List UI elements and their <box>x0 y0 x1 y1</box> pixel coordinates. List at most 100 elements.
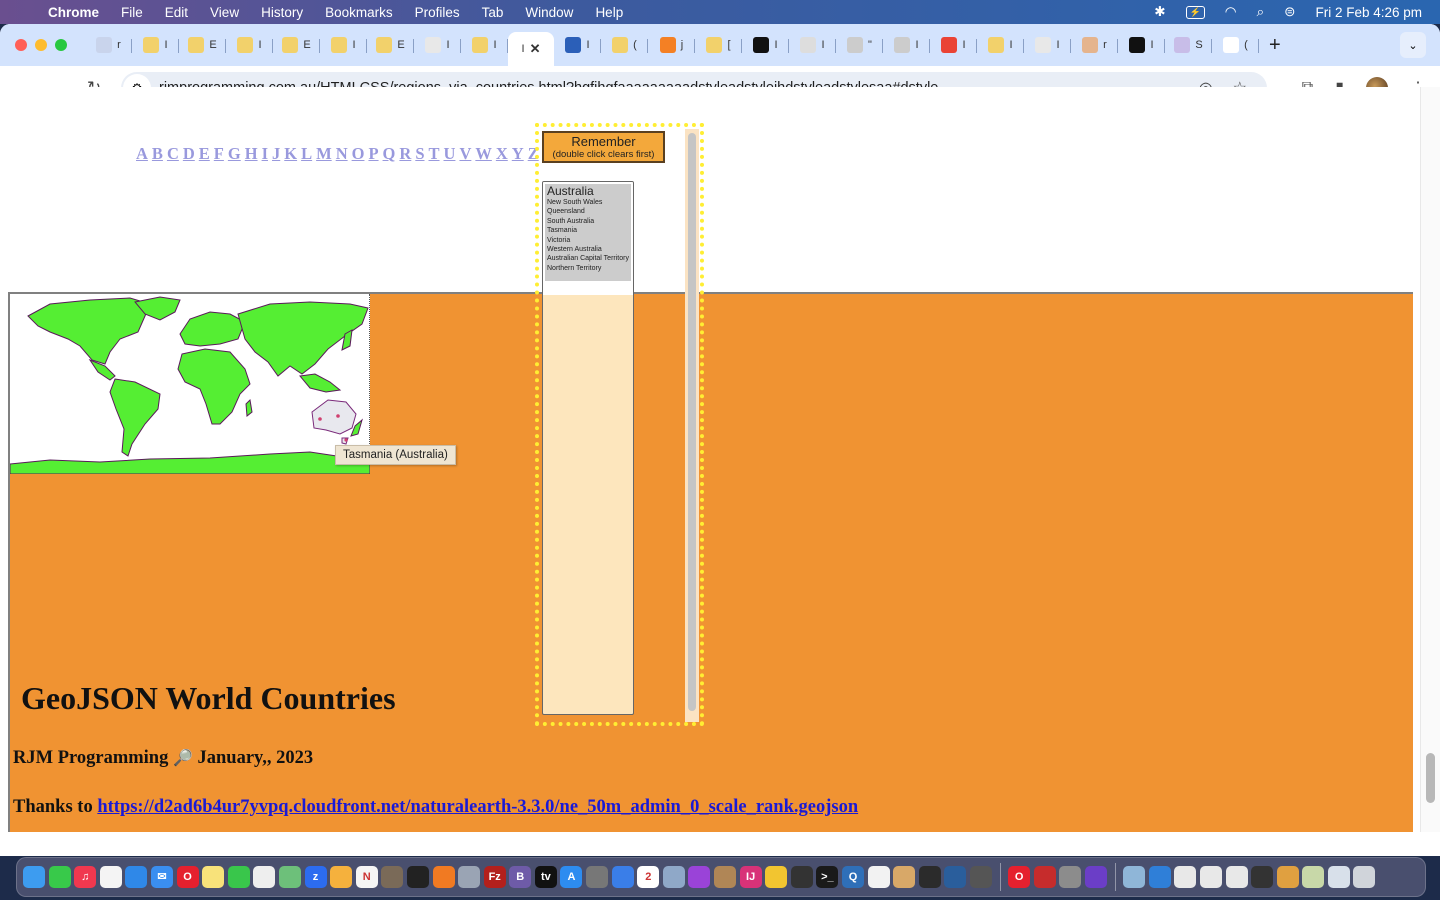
geojson-source-link[interactable]: https://d2ad6b4ur7yvpq.cloudfront.net/na… <box>97 797 858 817</box>
dock-xcode-icon[interactable] <box>611 866 634 888</box>
dock-opera-gx-icon[interactable]: O <box>1008 866 1031 888</box>
dock-facetime-icon[interactable] <box>227 866 250 888</box>
dock-window-3-icon[interactable] <box>1225 866 1248 888</box>
letter-link-j[interactable]: J <box>272 144 280 163</box>
world-map[interactable] <box>9 294 371 475</box>
page-scrollbar-thumb[interactable] <box>1426 753 1435 803</box>
dock-launchpad-icon[interactable] <box>458 866 481 888</box>
dock-calendar-icon[interactable]: 2 <box>637 866 660 888</box>
browser-tab[interactable]: I <box>554 30 601 60</box>
menubar-clock[interactable]: Fri 2 Feb 4:26 pm <box>1315 5 1422 20</box>
control-center-icon[interactable]: ⊜ <box>1284 4 1295 20</box>
letter-link-y[interactable]: Y <box>512 144 524 163</box>
panel-scrollbar[interactable] <box>685 129 699 722</box>
south-america[interactable] <box>109 378 161 457</box>
letter-link-l[interactable]: L <box>301 144 312 163</box>
dock-screenshot-1-icon[interactable] <box>1123 866 1146 888</box>
option-region[interactable]: Australian Capital Territory <box>547 254 629 263</box>
dock-maps-icon[interactable] <box>278 866 301 888</box>
dock-app-store-icon[interactable]: A <box>560 866 583 888</box>
letter-link-s[interactable]: S <box>415 144 424 163</box>
dock-photos-icon[interactable] <box>330 866 353 888</box>
dock-window-2-icon[interactable] <box>1199 866 1222 888</box>
letter-link-n[interactable]: N <box>336 144 348 163</box>
menu-profiles[interactable]: Profiles <box>415 5 460 20</box>
dock-opera-icon[interactable]: O <box>176 866 199 888</box>
browser-tab[interactable]: I <box>1118 30 1165 60</box>
menu-help[interactable]: Help <box>595 5 623 20</box>
browser-tab[interactable]: E <box>179 30 226 60</box>
dock-globe-icon[interactable] <box>1148 866 1171 888</box>
dock-reminders-icon[interactable] <box>99 866 122 888</box>
browser-tab[interactable]: E <box>367 30 414 60</box>
dock-window-1-icon[interactable] <box>1174 866 1197 888</box>
dock-music-icon[interactable]: ♫ <box>74 866 97 888</box>
panel-scrollbar-thumb[interactable] <box>688 133 696 711</box>
dock-safari-icon[interactable] <box>125 866 148 888</box>
maximize-window-button[interactable] <box>55 39 67 51</box>
menu-tab[interactable]: Tab <box>482 5 504 20</box>
browser-tab[interactable]: E <box>273 30 320 60</box>
remember-button[interactable]: Remember (double click clears first) <box>542 131 665 163</box>
antarctica[interactable] <box>9 451 371 475</box>
browser-tab[interactable]: I <box>320 30 367 60</box>
dock-calendar-mini-icon[interactable] <box>1251 866 1274 888</box>
menu-window[interactable]: Window <box>525 5 573 20</box>
option-region[interactable]: Tasmania <box>547 226 629 235</box>
browser-tab[interactable]: I <box>977 30 1024 60</box>
letter-link-p[interactable]: P <box>368 144 378 163</box>
dock-quicktime-icon[interactable]: Q <box>842 866 864 888</box>
browser-tab[interactable]: r <box>1071 30 1118 60</box>
option-region[interactable]: Victoria <box>547 236 629 245</box>
dock-preview-icon[interactable] <box>662 866 685 888</box>
menu-view[interactable]: View <box>210 5 239 20</box>
browser-tab[interactable]: ( <box>601 30 648 60</box>
menu-edit[interactable]: Edit <box>165 5 188 20</box>
tab-active[interactable]: I ✕ <box>508 32 554 66</box>
battery-charging-icon[interactable]: ⚡ <box>1185 5 1205 19</box>
dock-firefox-dev-icon[interactable] <box>1084 866 1107 888</box>
dock-chrome-icon[interactable] <box>765 866 788 888</box>
dock-finder-icon[interactable] <box>23 866 45 888</box>
dock-gimp-icon[interactable] <box>381 866 404 888</box>
option-region[interactable]: Northern Territory <box>547 264 629 273</box>
browser-tab[interactable]: I <box>226 30 273 60</box>
letter-link-e[interactable]: E <box>199 144 210 163</box>
region-select-list[interactable]: Australia New South Wales Queensland South… <box>542 181 634 715</box>
browser-tab[interactable]: I <box>1024 30 1071 60</box>
close-tab-icon[interactable]: ✕ <box>530 41 541 57</box>
new-tab-button[interactable]: + <box>1269 34 1281 57</box>
dock-zoom-icon[interactable]: z <box>304 866 327 888</box>
option-region[interactable]: Western Australia <box>547 245 629 254</box>
dock-console-icon[interactable] <box>918 866 941 888</box>
dock-firefox-icon[interactable] <box>432 866 455 888</box>
dock-terminal-icon[interactable]: >_ <box>816 866 839 888</box>
magnifier-icon[interactable]: 🔎 <box>173 750 193 767</box>
dock-document-icon[interactable] <box>253 866 276 888</box>
dock-elephant-icon[interactable] <box>969 866 992 888</box>
menu-file[interactable]: File <box>121 5 143 20</box>
dock-affinity-icon[interactable] <box>944 866 967 888</box>
browser-tab[interactable]: j <box>648 30 695 60</box>
browser-tab[interactable]: [ <box>695 30 742 60</box>
letter-link-m[interactable]: M <box>316 144 332 163</box>
menu-app-chrome[interactable]: Chrome <box>48 5 99 20</box>
letter-link-a[interactable]: A <box>136 144 148 163</box>
letter-link-c[interactable]: C <box>167 144 179 163</box>
letter-link-d[interactable]: D <box>183 144 195 163</box>
dock-textedit-icon[interactable] <box>867 866 890 888</box>
option-region[interactable]: South Australia <box>547 217 629 226</box>
letter-link-u[interactable]: U <box>444 144 456 163</box>
option-region[interactable]: New South Wales <box>547 198 629 207</box>
option-country[interactable]: Australia <box>547 185 629 198</box>
dock-notes-icon[interactable] <box>202 866 225 888</box>
letter-link-f[interactable]: F <box>214 144 224 163</box>
browser-tab[interactable]: r <box>85 30 132 60</box>
letter-link-q[interactable]: Q <box>383 144 396 163</box>
dock-inkscape-icon[interactable] <box>790 866 813 888</box>
dock-trash-icon[interactable] <box>1353 866 1376 888</box>
dock-chrome-mini-icon[interactable] <box>1276 866 1299 888</box>
dock-contacts-icon[interactable] <box>714 866 737 888</box>
dock-system-settings-icon[interactable] <box>1059 866 1082 888</box>
wifi-icon[interactable]: ◠ <box>1225 4 1237 20</box>
